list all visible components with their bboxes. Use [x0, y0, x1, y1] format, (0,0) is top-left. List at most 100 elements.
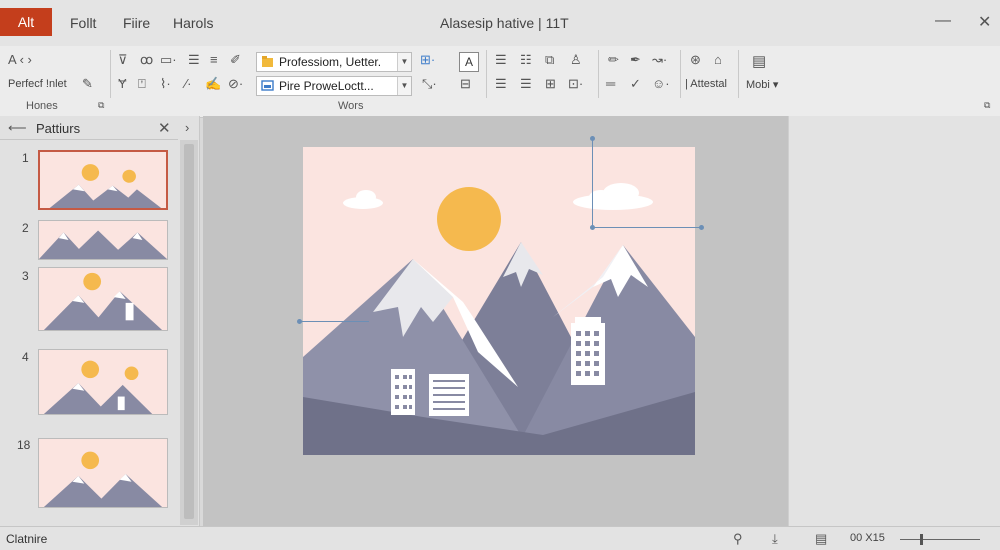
mobi-button[interactable]: Mobi ▾ [746, 78, 778, 91]
scrollbar-thumb[interactable] [184, 144, 194, 519]
status-label: Clatnire [6, 532, 48, 546]
panel-scrollbar[interactable] [180, 140, 198, 525]
slide-number: 18 [17, 438, 31, 452]
close-window-button[interactable]: ✕ [978, 12, 991, 32]
align-icon[interactable]: ☰ [188, 52, 200, 68]
slide-thumbnail-3[interactable] [38, 267, 168, 331]
ribbon-separator [598, 50, 599, 98]
font-dropdown-value: Pire ProweLoctt... [279, 79, 374, 93]
style-dropdown[interactable]: Professiom, Uetter. ▼ [256, 52, 412, 72]
slide-thumbnail-1[interactable] [38, 150, 168, 210]
arrange-icon[interactable]: ⊡· [568, 76, 583, 92]
ribbon-separator [110, 50, 111, 98]
align-center-icon[interactable]: ☷ [520, 52, 532, 68]
font-color-icon[interactable]: ꝏ [140, 52, 153, 68]
table-icon[interactable]: ⊟ [460, 76, 471, 92]
location-pin-icon[interactable]: ⚲ [733, 531, 743, 547]
paragraph-icon[interactable]: ⍞ [138, 76, 146, 92]
format-painter-icon[interactable]: ✎ [82, 76, 93, 92]
distribute-icon[interactable]: ☰ [520, 76, 532, 92]
slide-thumbnail-4[interactable] [38, 349, 168, 415]
globe-icon[interactable]: ⊛ [690, 52, 701, 68]
menu-fiire[interactable]: Fiire [123, 15, 150, 31]
slide-thumbnail-18[interactable] [38, 438, 168, 508]
slide-number: 2 [22, 221, 29, 235]
mountain-illustration [303, 147, 695, 455]
shapes-icon[interactable]: ▭· [160, 52, 177, 68]
slide-number: 4 [22, 350, 29, 364]
picture-icon [261, 80, 274, 91]
align-left-icon[interactable]: ☰ [495, 52, 507, 68]
slide-number: 1 [22, 151, 29, 165]
layout-icon[interactable]: ⊞· [420, 52, 435, 68]
columns-icon[interactable]: ⧉ [545, 52, 554, 68]
line-spacing-icon[interactable]: ⁄· [185, 76, 192, 91]
collapse-ribbon-icon[interactable]: ⧉ [984, 100, 990, 111]
ribbon-separator [738, 50, 739, 98]
chevron-right-icon[interactable]: › [185, 120, 189, 135]
app-button[interactable]: Alt [0, 8, 52, 36]
effects-icon[interactable]: ⊘· [228, 76, 243, 92]
document-icon[interactable]: ⌂ [714, 52, 722, 67]
resize-handle[interactable] [699, 225, 704, 230]
sun [437, 187, 501, 251]
chevron-down-icon[interactable]: ▼ [397, 53, 411, 71]
font-size-icon[interactable]: A ‹ › [8, 52, 32, 67]
mountain-thumbnail [39, 350, 167, 414]
resize-handle[interactable] [590, 136, 595, 141]
panel-header: ⟵ Pattiurs ✕ [0, 116, 178, 140]
notes-icon[interactable]: ▤ [815, 531, 827, 547]
group-label-wors: Wors [338, 100, 364, 112]
mountain-thumbnail [39, 268, 167, 330]
resize-handle[interactable] [590, 225, 595, 230]
font-dropdown[interactable]: Pire ProweLoctt... ▼ [256, 76, 412, 96]
tab-icon[interactable]: ⌇· [160, 76, 171, 92]
current-slide[interactable] [303, 147, 695, 455]
style-dropdown-value: Professiom, Uetter. [279, 55, 382, 69]
filter-icon[interactable]: ⊽ [118, 52, 128, 68]
download-icon[interactable]: ⤓ [772, 531, 778, 547]
smartart-icon[interactable]: ⊞ [545, 76, 556, 92]
ribbon-separator [680, 50, 681, 98]
slide-thumbnail-2[interactable] [38, 220, 168, 260]
brush-icon[interactable]: ✒ [630, 52, 641, 68]
sort-icon[interactable]: ⤡· [422, 76, 437, 92]
pen-icon[interactable]: ✐ [230, 52, 241, 68]
title-bar: Alt Follt Fiire Harols Alasesip hative |… [0, 0, 1000, 46]
ribbon: A ‹ › Perfecf !nlet ✎ Hones ⧉ ⊽ ꝏ ▭· ☰ ≡… [0, 46, 1000, 118]
curve-icon[interactable]: ↝· [652, 52, 667, 68]
minimize-button[interactable]: — [935, 12, 951, 30]
close-icon[interactable]: ✕ [158, 119, 171, 137]
status-bar: Clatnire ⚲ ⤓ ▤ 00 X15 [0, 526, 1000, 550]
highlight-icon[interactable]: ✍ [205, 76, 221, 92]
resize-handle[interactable] [297, 319, 302, 324]
slides-icon[interactable]: ▤ [752, 52, 766, 70]
chevron-down-icon[interactable]: ▼ [397, 77, 411, 95]
document-title: Alasesip hative | 11T [440, 15, 569, 31]
justify-icon[interactable]: ☰ [495, 76, 507, 92]
text-box-button[interactable]: A [459, 52, 479, 72]
line-icon[interactable]: ═ [606, 76, 615, 91]
zoom-slider[interactable] [900, 539, 980, 540]
slide-canvas-area [203, 116, 788, 526]
arrow-left-icon[interactable]: ⟵ [8, 120, 27, 136]
slide-number: 3 [22, 269, 29, 283]
slides-panel: ⟵ Pattiurs ✕ › 1 2 3 4 18 [0, 116, 200, 526]
group-launcher-icon[interactable]: ⧉ [98, 100, 104, 111]
zoom-slider-knob[interactable] [920, 534, 923, 545]
menu-harols[interactable]: Harols [173, 15, 213, 31]
selection-guide [299, 321, 369, 322]
attestal-button[interactable]: | Attestal [685, 78, 727, 90]
check-icon[interactable]: ✓ [630, 76, 641, 92]
folder-icon [262, 56, 273, 67]
menu-follt[interactable]: Follt [70, 15, 96, 31]
zoom-readout: 00 X15 [850, 532, 885, 544]
indent-icon[interactable]: ≡ [210, 52, 218, 67]
pencil-icon[interactable]: ✏ [608, 52, 619, 68]
panel-title: Pattiurs [36, 121, 81, 136]
text-direction-icon[interactable]: Ɏ [118, 76, 127, 91]
smiley-icon[interactable]: ☺· [652, 76, 670, 91]
mountain-thumbnail [39, 221, 167, 259]
perfect-inlet-label[interactable]: Perfecf !nlet [8, 78, 67, 90]
person-icon[interactable]: ♙ [570, 52, 582, 68]
